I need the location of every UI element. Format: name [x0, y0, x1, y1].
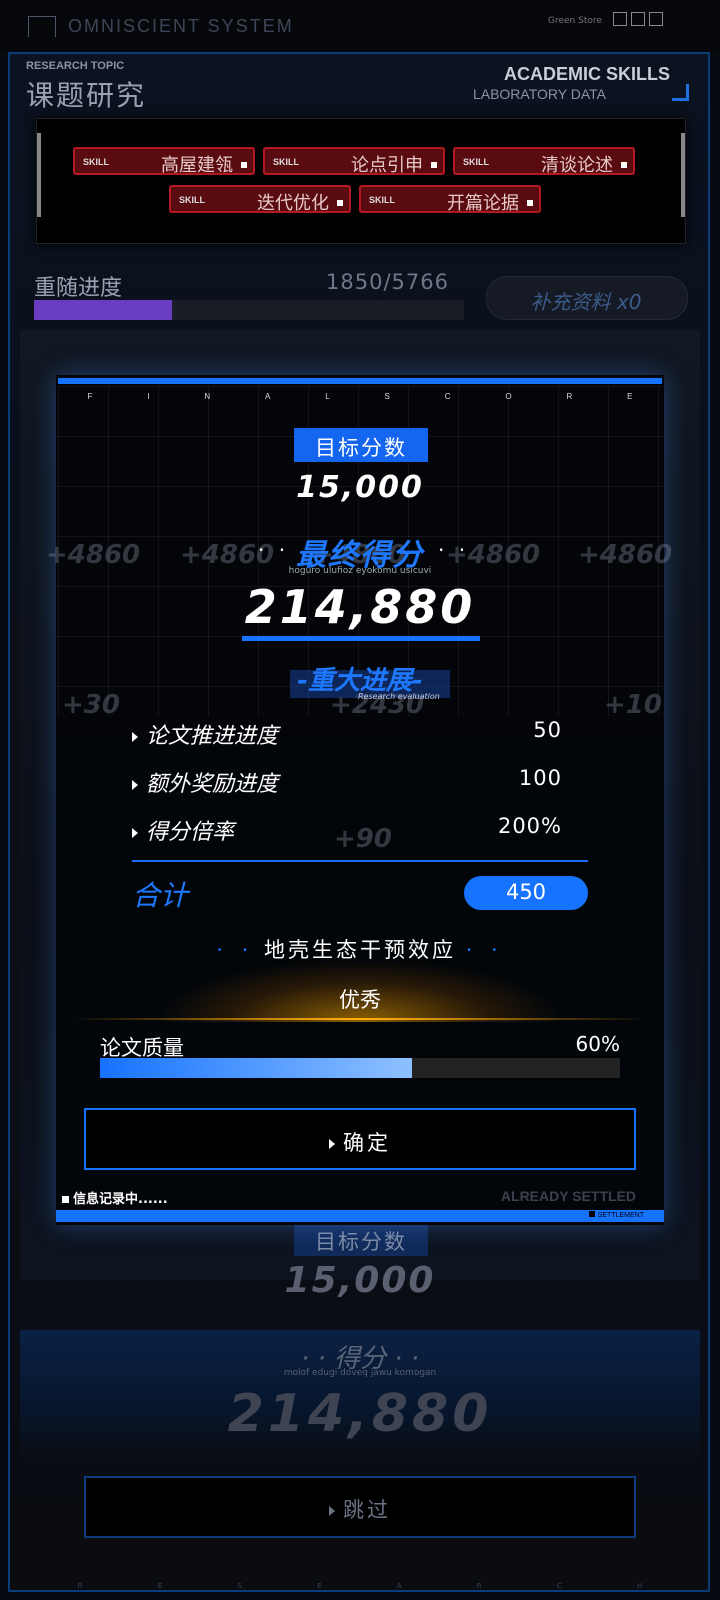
research-evaluation-label: Research evaluation	[358, 692, 440, 701]
banner-letter: L	[325, 392, 330, 401]
skill-tag: SKILL	[179, 195, 205, 205]
banner-letter: E	[627, 392, 633, 401]
banner-letter: I	[147, 392, 150, 401]
banner-letter: A	[264, 392, 271, 401]
square-icon	[337, 200, 343, 206]
follow-progress-fill	[34, 300, 172, 320]
status-text: Green Store	[548, 16, 602, 26]
dots-decor: · ·	[216, 938, 255, 962]
lab-data-heading: LABORATORY DATA	[472, 86, 606, 102]
bottom-letter: E	[157, 1582, 163, 1590]
bg-score-subtitle: molof edugi doveq jawu komogan	[283, 1368, 437, 1378]
skill-name: 高屋建瓴	[161, 155, 233, 176]
supplement-button-label: 补充资料 x0	[530, 290, 642, 314]
banner-letter: C	[444, 392, 451, 401]
image-icon	[631, 11, 645, 26]
skill-tag: SKILL	[463, 157, 489, 167]
skill-name: 开篇论据	[447, 193, 519, 214]
modal-bottom-bar	[56, 1210, 664, 1222]
recording-status: 信息记录中......	[62, 1188, 168, 1207]
skill-chip[interactable]: SKILL 迭代优化	[169, 185, 351, 214]
banner-letter: S	[384, 392, 390, 401]
bottom-letter: E	[317, 1582, 322, 1590]
banner-letter: R	[566, 392, 573, 401]
square-icon	[613, 11, 627, 26]
topic-title: 课题研究	[26, 79, 147, 112]
row-label: 额外奖励进度	[132, 766, 278, 798]
final-score-underline	[242, 636, 480, 641]
quality-value: 60%	[575, 1032, 620, 1056]
ghost-number: +90	[334, 824, 392, 854]
row-label: 论文推进进度	[132, 718, 278, 750]
target-score-label: 目标分数	[315, 436, 407, 460]
bottom-letter: A	[396, 1582, 402, 1590]
bg-score-value: 214,880	[227, 1384, 493, 1444]
dots-decor: · ·	[465, 938, 504, 962]
settlement-tag: SETTLEMENT	[589, 1211, 644, 1219]
grid-icon	[649, 11, 663, 26]
skill-chip[interactable]: SKILL 开篇论据	[359, 185, 541, 214]
ghost-number: +10	[604, 690, 662, 720]
follow-progress-value: 1850/5766	[326, 270, 449, 294]
skills-heading: ACADEMIC SKILLS	[504, 64, 670, 84]
quality-progress-fill	[100, 1058, 412, 1078]
square-icon	[621, 162, 627, 168]
total-divider	[132, 860, 588, 862]
skills-panel: SKILL 高屋建瓴 SKILL 论点引申 SKILL 清谈论述 SKILL 迭…	[36, 118, 686, 244]
ghost-number: +4860	[46, 540, 141, 570]
skill-chip[interactable]: SKILL 清谈论述	[453, 147, 635, 176]
row-label: 得分倍率	[132, 814, 234, 846]
modal-top-bar	[58, 378, 662, 384]
bottom-letter: R	[476, 1582, 482, 1590]
row-value: 100	[518, 766, 562, 790]
panel-edge	[37, 133, 41, 217]
status-icons: Green Store	[548, 8, 700, 30]
skip-button-label: 跳过	[84, 1494, 636, 1524]
target-score-value: 15,000	[296, 470, 424, 505]
skill-chip[interactable]: SKILL 高屋建瓴	[73, 147, 255, 176]
topic-english: RESEARCH TOPIC	[26, 60, 125, 72]
bottom-letters: RESEARCH	[40, 1582, 680, 1590]
grade-label: 优秀	[339, 988, 381, 1012]
final-score-banner: FINALSCORE	[60, 392, 660, 401]
bg-target-label: 目标分数	[315, 1230, 407, 1254]
skill-tag: SKILL	[273, 157, 299, 167]
bottom-letter: R	[77, 1582, 83, 1590]
skill-name: 迭代优化	[257, 193, 329, 214]
ghost-number: +30	[62, 690, 120, 720]
row-value: 50	[533, 718, 562, 742]
bottom-letter: H	[637, 1582, 643, 1590]
banner-letter: O	[505, 392, 512, 401]
final-score-value: 214,880	[244, 580, 476, 634]
bottom-letter: S	[237, 1582, 242, 1590]
final-score-subtitle: hoguro ulufioz eyokomu usicuvi	[288, 566, 432, 576]
eco-effect-text: 地壳生态干预效应	[264, 938, 456, 962]
skill-name: 论点引申	[351, 155, 423, 176]
follow-progress-label: 重随进度	[34, 276, 123, 301]
square-icon	[527, 200, 533, 206]
system-title: OMNISCIENT SYSTEM	[68, 16, 294, 36]
skill-tag: SKILL	[83, 157, 109, 167]
banner-letter: F	[87, 392, 93, 401]
total-value: 450	[505, 880, 547, 904]
already-settled-label: ALREADY SETTLED	[500, 1188, 636, 1204]
skill-chip[interactable]: SKILL 论点引申	[263, 147, 445, 176]
ghost-number: +4860	[578, 540, 673, 570]
skill-name: 清谈论述	[541, 155, 613, 176]
square-icon	[431, 162, 437, 168]
corner-bracket-icon	[672, 84, 689, 101]
row-value: 200%	[497, 814, 562, 838]
bottom-letter: C	[556, 1582, 562, 1590]
system-logo-icon	[28, 16, 56, 37]
skill-tag: SKILL	[369, 195, 395, 205]
panel-edge	[681, 133, 685, 217]
grade-glow-line	[70, 1018, 650, 1020]
banner-letter: N	[204, 392, 211, 401]
total-label: 合计	[132, 879, 189, 912]
confirm-button-label: 确定	[84, 1127, 636, 1157]
bg-target-value: 15,000	[284, 1260, 436, 1301]
square-icon	[241, 162, 247, 168]
